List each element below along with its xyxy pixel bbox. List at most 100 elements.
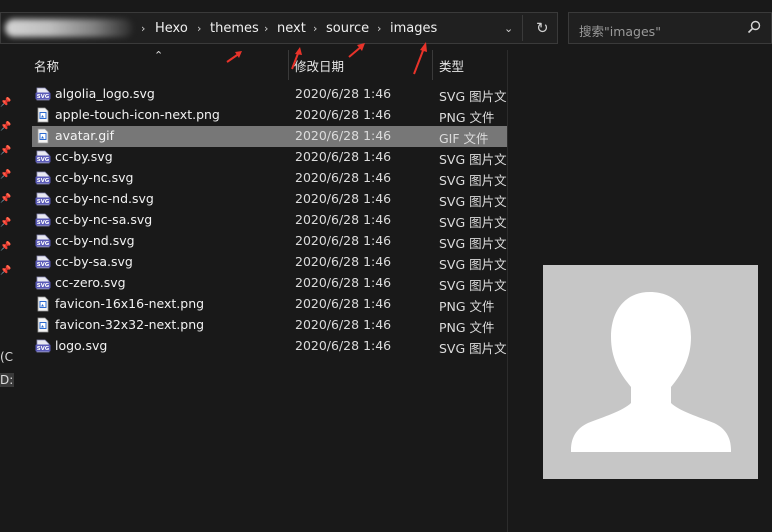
file-name: avatar.gif — [55, 128, 115, 143]
address-bar[interactable]: › Hexo › themes › next › source › images… — [0, 12, 558, 44]
file-row[interactable]: SVG cc-by.svg 2020/6/28 1:46 SVG 图片文件 — [32, 147, 507, 168]
navigation-pane: 📌 📌 📌 📌 📌 📌 📌 📌 (C D:) — [0, 50, 19, 532]
file-name: cc-by-nd.svg — [55, 233, 135, 248]
svg-text:SVG: SVG — [37, 199, 50, 205]
default-avatar-icon — [571, 292, 731, 452]
chevron-down-icon[interactable]: ⌄ — [504, 22, 513, 35]
file-row[interactable]: SVG cc-by-sa.svg 2020/6/28 1:46 SVG 图片文件 — [32, 252, 507, 273]
column-header-type[interactable]: 类型 — [439, 56, 464, 75]
file-type: PNG 文件 — [439, 110, 495, 125]
file-list: ⌃ 名称 修改日期 类型 SVG algolia_logo.svg 2020/6/2… — [14, 49, 507, 532]
file-type: PNG 文件 — [439, 320, 495, 335]
avatar-preview-image — [543, 265, 758, 479]
svg-text:SVG: SVG — [37, 94, 50, 100]
pin-icon[interactable]: 📌 — [0, 266, 11, 276]
file-name: favicon-32x32-next.png — [55, 317, 205, 332]
refresh-icon[interactable]: ↻ — [536, 19, 549, 37]
search-box[interactable]: 搜索"images" — [568, 12, 772, 44]
file-row[interactable]: SVG logo.svg 2020/6/28 1:46 SVG 图片文件 — [32, 336, 507, 357]
file-row[interactable]: avatar.gif 2020/6/28 1:46 GIF 文件 — [32, 126, 507, 147]
pin-icon[interactable]: 📌 — [0, 170, 11, 180]
file-name: cc-by-nc.svg — [55, 170, 134, 185]
file-name: logo.svg — [55, 338, 108, 353]
svg-text:SVG: SVG — [37, 241, 50, 247]
search-input[interactable]: 搜索"images" — [579, 21, 661, 40]
file-type: PNG 文件 — [439, 299, 495, 314]
svg-text:SVG: SVG — [37, 220, 50, 226]
breadcrumb-images[interactable]: images — [390, 21, 437, 36]
file-row[interactable]: favicon-16x16-next.png 2020/6/28 1:46 PNG … — [32, 294, 507, 315]
nav-item-c-drive[interactable]: (C — [0, 350, 13, 364]
file-row[interactable]: SVG cc-by-nd.svg 2020/6/28 1:46 SVG 图片文件 — [32, 231, 507, 252]
annotation-arrow — [291, 47, 302, 70]
breadcrumb-next[interactable]: next — [277, 21, 306, 36]
png-file-icon — [37, 296, 49, 312]
svg-text:SVG: SVG — [37, 262, 50, 268]
search-icon[interactable] — [747, 20, 761, 34]
file-row[interactable]: SVG cc-by-nc-sa.svg 2020/6/28 1:46 SVG 图片文件 — [32, 210, 507, 231]
svg-text:SVG: SVG — [37, 178, 50, 184]
file-date: 2020/6/28 1:46 — [295, 170, 392, 185]
breadcrumb-hexo[interactable]: Hexo — [155, 21, 188, 36]
file-type: SVG 图片文件 — [439, 194, 507, 209]
file-date: 2020/6/28 1:46 — [295, 296, 392, 311]
svg-file-icon: SVG — [35, 192, 51, 206]
svg-file-icon: SVG — [35, 276, 51, 290]
gif-file-icon — [37, 128, 49, 144]
column-divider[interactable] — [432, 50, 433, 80]
pin-icon[interactable]: 📌 — [0, 218, 11, 228]
file-row[interactable]: apple-touch-icon-next.png 2020/6/28 1:46 P… — [32, 105, 507, 126]
file-date: 2020/6/28 1:46 — [295, 233, 392, 248]
blurred-path-segment — [5, 19, 133, 37]
pin-icon[interactable]: 📌 — [0, 194, 11, 204]
file-type: SVG 图片文件 — [439, 236, 507, 251]
breadcrumb-themes[interactable]: themes — [210, 21, 259, 36]
column-header-name[interactable]: 名称 — [34, 56, 59, 75]
file-name: favicon-16x16-next.png — [55, 296, 205, 311]
file-row[interactable]: SVG algolia_logo.svg 2020/6/28 1:46 SVG 图片文… — [32, 84, 507, 105]
pin-icon[interactable]: 📌 — [0, 98, 11, 108]
svg-file-icon: SVG — [35, 171, 51, 185]
sort-ascending-icon: ⌃ — [154, 49, 164, 62]
pin-icon[interactable]: 📌 — [0, 242, 11, 252]
file-date: 2020/6/28 1:46 — [295, 86, 392, 101]
svg-file-icon: SVG — [35, 255, 51, 269]
svg-file-icon: SVG — [35, 234, 51, 248]
annotation-arrow — [348, 43, 365, 58]
file-date: 2020/6/28 1:46 — [295, 128, 392, 143]
pin-icon[interactable]: 📌 — [0, 122, 11, 132]
svg-file-icon: SVG — [35, 213, 51, 227]
file-name: algolia_logo.svg — [55, 86, 155, 101]
file-row[interactable]: SVG cc-zero.svg 2020/6/28 1:46 SVG 图片文件 — [32, 273, 507, 294]
svg-text:SVG: SVG — [37, 157, 50, 163]
file-date: 2020/6/28 1:46 — [295, 191, 392, 206]
file-row[interactable]: favicon-32x32-next.png 2020/6/28 1:46 PNG … — [32, 315, 507, 336]
divider — [522, 15, 523, 41]
file-type: SVG 图片文件 — [439, 215, 507, 230]
chevron-right-icon: › — [313, 22, 318, 35]
file-type: SVG 图片文件 — [439, 89, 507, 104]
file-date: 2020/6/28 1:46 — [295, 212, 392, 227]
svg-file-icon: SVG — [35, 87, 51, 101]
file-name: cc-by.svg — [55, 149, 113, 164]
chevron-right-icon: › — [377, 22, 382, 35]
file-name: cc-by-sa.svg — [55, 254, 133, 269]
file-type: SVG 图片文件 — [439, 278, 507, 293]
annotation-arrow — [413, 42, 427, 75]
breadcrumb-source[interactable]: source — [326, 21, 369, 36]
svg-text:SVG: SVG — [37, 283, 50, 289]
png-file-icon — [37, 107, 49, 123]
file-name: cc-zero.svg — [55, 275, 126, 290]
file-type: SVG 图片文件 — [439, 341, 507, 356]
file-date: 2020/6/28 1:46 — [295, 275, 392, 290]
file-row[interactable]: SVG cc-by-nc-nd.svg 2020/6/28 1:46 SVG 图片文件 — [32, 189, 507, 210]
chevron-right-icon: › — [264, 22, 269, 35]
file-type: SVG 图片文件 — [439, 257, 507, 272]
file-date: 2020/6/28 1:46 — [295, 254, 392, 269]
pin-icon[interactable]: 📌 — [0, 146, 11, 156]
chevron-right-icon: › — [141, 22, 146, 35]
file-name: apple-touch-icon-next.png — [55, 107, 220, 122]
file-name: cc-by-nc-nd.svg — [55, 191, 154, 206]
file-row[interactable]: SVG cc-by-nc.svg 2020/6/28 1:46 SVG 图片文件 — [32, 168, 507, 189]
file-date: 2020/6/28 1:46 — [295, 149, 392, 164]
